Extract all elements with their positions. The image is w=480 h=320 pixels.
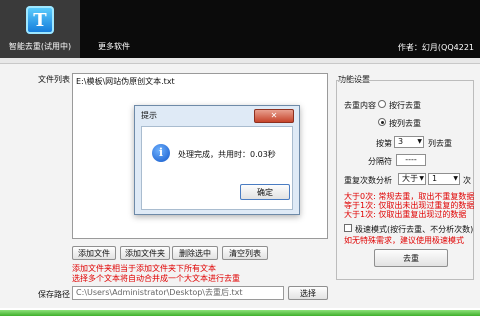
top-toolbar: T 智能去重(试用中) 更多软件 作者：幻月(QQ4221 [0, 0, 480, 58]
fast-mode-label: 极速模式(按行去重、不分析次数) [355, 225, 474, 234]
author-credit: 作者：幻月(QQ4221 [397, 43, 474, 52]
app-t-icon: T [26, 6, 54, 34]
tab-label: 智能去重(试用中) [8, 42, 72, 51]
chevron-down-icon: ▼ [453, 175, 458, 182]
radio-by-line[interactable] [378, 100, 386, 108]
column-select[interactable]: 3 ▼ [394, 136, 424, 148]
progress-bar [0, 310, 480, 316]
browse-button[interactable]: 选择 [288, 286, 328, 300]
dedupe-content-label: 去重内容 [344, 101, 376, 110]
chevron-down-icon: ▼ [417, 138, 422, 145]
tab-label: 更多软件 [98, 42, 130, 51]
message-dialog: 提示 ✕ i 处理完成，共用时：0.03秒 确定 [134, 105, 300, 215]
repeat-count-value: 1 [432, 174, 438, 183]
fast-mode-hint: 如无特殊需求，建议使用极速模式 [344, 236, 464, 245]
save-path-label: 保存路径 [38, 290, 70, 299]
dialog-body: i 处理完成，共用时：0.03秒 确定 [141, 126, 293, 210]
column-prefix-label: 按第 [376, 139, 392, 148]
dedupe-button[interactable]: 去重 [374, 249, 448, 267]
column-select-value: 3 [398, 137, 404, 146]
ok-button[interactable]: 确定 [240, 184, 290, 200]
list-item[interactable]: E:\模板\网站伪原创文本.txt [76, 76, 175, 87]
progress-fill [0, 310, 480, 316]
column-suffix-label: 列去重 [428, 139, 452, 148]
save-path-field[interactable]: C:\Users\Administrator\Desktop\去重后.txt [72, 286, 284, 300]
add-file-button[interactable]: 添加文件 [72, 246, 116, 260]
merge-hint: 选择多个文本将自动合并成一个大文本进行去重 [72, 274, 240, 283]
option-by-line-label: 按行去重 [389, 101, 421, 110]
delete-selected-button[interactable]: 删除选中 [172, 246, 218, 260]
repeat-analysis-label: 重复次数分析 [344, 176, 392, 185]
rule-greater-than-one: 大于1次: 仅取出重复出现过的数据 [344, 210, 467, 219]
repeat-unit-label: 次 [463, 176, 471, 185]
add-folder-button[interactable]: 添加文件夹 [120, 246, 170, 260]
file-list-label: 文件列表 [38, 75, 70, 84]
repeat-count-select[interactable]: 1 ▼ [428, 173, 460, 185]
separator-input[interactable]: ---- [396, 154, 426, 166]
dialog-message: 处理完成，共用时：0.03秒 [178, 150, 276, 159]
fast-mode-checkbox[interactable] [344, 224, 352, 232]
dialog-title: 提示 [141, 111, 157, 120]
radio-by-column[interactable] [378, 118, 386, 126]
tab-smart-dedupe[interactable]: T 智能去重(试用中) [0, 0, 80, 58]
option-by-column-label: 按列去重 [389, 119, 421, 128]
clear-list-button[interactable]: 清空列表 [222, 246, 268, 260]
tab-more-software[interactable]: 更多软件 [84, 0, 144, 58]
separator-label: 分隔符 [368, 157, 392, 166]
close-button[interactable]: ✕ [254, 109, 294, 123]
more-apps-grid-icon [100, 6, 128, 34]
info-icon: i [152, 144, 170, 162]
chevron-down-icon: ▼ [419, 175, 424, 182]
repeat-operator-select[interactable]: 大于 ▼ [398, 173, 426, 185]
repeat-operator-value: 大于 [402, 174, 418, 183]
